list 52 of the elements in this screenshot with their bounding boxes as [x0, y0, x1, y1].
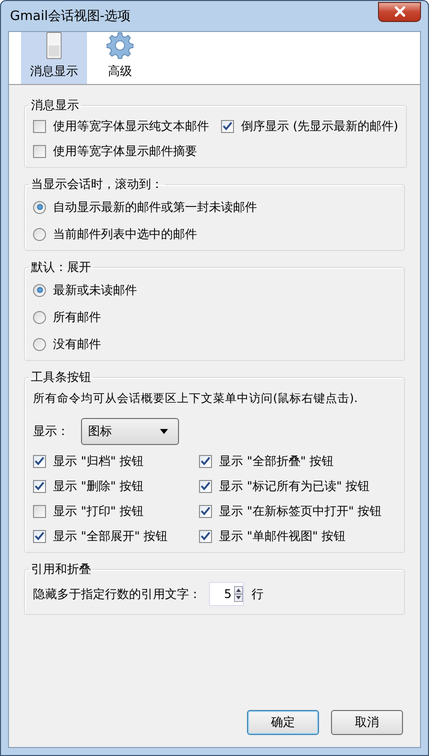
group-title: 消息显示 — [30, 97, 80, 114]
quote-lines-label: 隐藏多于指定行数的引用文字： — [33, 586, 201, 602]
checkbox[interactable] — [33, 144, 46, 158]
group-title: 工具条按钮 — [30, 369, 92, 386]
display-dropdown[interactable]: 图标 — [81, 418, 179, 445]
radio-button[interactable] — [33, 310, 46, 324]
group-title: 当显示会话时，滚动到： — [30, 176, 164, 193]
dialog-button[interactable]: 确定 — [247, 710, 319, 735]
unit-label: 行 — [252, 586, 264, 602]
caret-icon — [160, 429, 168, 434]
checkbox-label: 显示 "全部展开" 按钮 — [53, 528, 168, 544]
settings-tab[interactable]: 消息显示 — [21, 32, 87, 84]
close-button[interactable] — [378, 2, 421, 22]
close-icon — [394, 6, 406, 17]
description-text: 所有命令均可从会话概要区上下文菜单中访问(鼠标右键点击). — [33, 390, 359, 407]
checkbox-label: 显示 "打印" 按钮 — [53, 502, 144, 520]
checkbox-label: 使用等宽字体显示邮件摘要 — [53, 142, 197, 160]
spin-arrows-icon — [234, 586, 243, 602]
radio-button[interactable] — [33, 284, 46, 296]
settings-tab[interactable]: 高级 — [87, 32, 153, 84]
checkbox[interactable] — [221, 120, 234, 132]
checkbox-label: 显示 "单邮件视图" 按钮 — [219, 528, 346, 544]
checkbox[interactable] — [199, 530, 212, 542]
checkbox-label: 使用等宽字体显示纯文本邮件 — [53, 118, 209, 134]
checkbox-label: 显示 "在新标签页中打开" 按钮 — [219, 502, 382, 520]
checkbox[interactable] — [199, 504, 212, 518]
radio-label: 没有邮件 — [53, 336, 101, 352]
display-label: 显示： — [33, 423, 69, 440]
checkbox[interactable] — [33, 504, 46, 518]
checkbox-label: 显示 "归档" 按钮 — [53, 452, 144, 470]
dialog-button[interactable]: 取消 — [331, 710, 403, 735]
radio-button[interactable] — [33, 228, 46, 240]
radio-label: 当前邮件列表中选中的邮件 — [53, 226, 197, 242]
radio-label: 最新或未读邮件 — [53, 282, 137, 298]
radio-button[interactable] — [33, 338, 46, 350]
checkbox-label: 显示 "标记所有为已读" 按钮 — [219, 478, 370, 494]
radio-label: 自动显示最新的邮件或第一封未读邮件 — [53, 198, 257, 216]
group-title: 默认：展开 — [30, 259, 92, 276]
checkbox[interactable] — [199, 454, 212, 468]
checkbox-label: 显示 "删除" 按钮 — [53, 478, 144, 494]
checkbox-label: 倒序显示 (先显示最新的邮件) — [241, 118, 398, 134]
lines-spinbox[interactable]: 5 — [209, 582, 244, 606]
window-title: Gmail会话视图-选项 — [10, 8, 131, 25]
checkbox[interactable] — [33, 480, 46, 492]
checkbox[interactable] — [33, 454, 46, 468]
checkbox[interactable] — [33, 530, 46, 542]
checkbox[interactable] — [33, 120, 46, 132]
group-title: 引用和折叠 — [30, 561, 92, 578]
checkbox[interactable] — [199, 480, 212, 492]
checkbox-label: 显示 "全部折叠" 按钮 — [219, 452, 334, 470]
radio-label: 所有邮件 — [53, 308, 101, 326]
radio-button[interactable] — [33, 200, 46, 214]
